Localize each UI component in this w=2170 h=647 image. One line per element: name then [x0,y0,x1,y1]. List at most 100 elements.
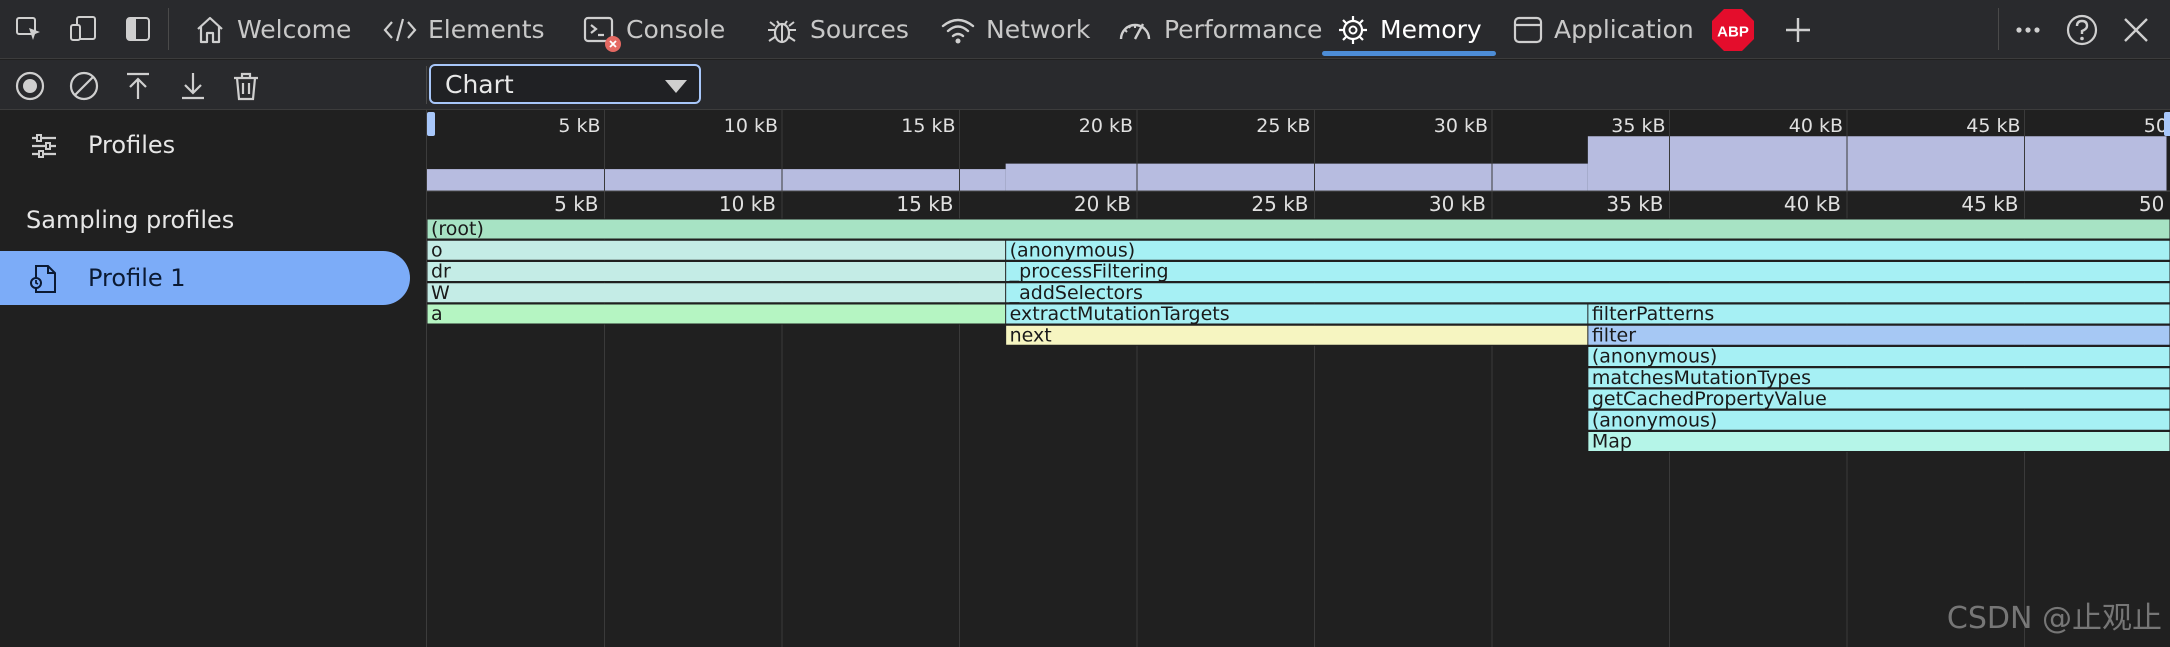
ruler-tick-label: 15 kB [896,192,953,216]
overview-tick-label: 15 kB [901,115,955,137]
flame-frame-label: a [431,303,443,325]
flame-frame[interactable] [1587,431,2170,452]
flame-frame[interactable] [1005,261,2170,282]
overview-area-segment [427,169,1006,191]
device-toolbar-icon[interactable] [66,12,100,46]
flame-frame-label: _processFiltering [1009,261,1169,283]
flame-frame[interactable] [427,218,2170,240]
abp-badge-text: ABP [1717,24,1749,41]
tab-label: Application [1554,15,1694,44]
tab-application[interactable]: Application [1512,0,1694,59]
error-badge-icon [605,35,621,52]
overview-tick-label: 25 kB [1256,115,1310,137]
overview-tick-label: 20 kB [1079,115,1133,137]
flame-frame-label: Map [1592,431,1632,453]
tab-network[interactable]: Network [940,0,1090,59]
flame-frame-label: filter [1592,324,1636,346]
ruler-tick-label: 40 kB [1784,192,1841,216]
flame-frame-label: next [1010,324,1052,346]
more-options-icon[interactable] [2010,8,2046,52]
overview-area-segment [1005,163,1588,191]
overview-window-handle[interactable] [2164,112,2170,136]
ruler-tick-label: 35 kB [1606,192,1663,216]
view-mode-select[interactable]: Chart [429,64,701,104]
overview-window-handle[interactable] [427,112,435,136]
flame-frame-label: o [431,239,443,261]
flame-frame[interactable] [427,239,1047,261]
ruler-tick-label: 30 kB [1429,192,1486,216]
clear-profiles-icon[interactable] [66,68,102,104]
inspect-element-icon[interactable] [12,12,46,46]
tab-elements[interactable]: Elements [382,0,545,59]
wifi-icon [941,18,975,43]
flame-frame[interactable] [427,303,1047,325]
tab-sources[interactable]: Sources [764,0,909,59]
flame-frame-label: matchesMutationTypes [1592,367,1811,389]
gauge-icon [1119,22,1151,40]
tab-welcome[interactable]: Welcome [193,0,351,59]
profiles-sidebar: Profiles Sampling profiles Profile 1 [0,110,427,647]
devtools-tab-bar: Welcome Elements Console Sources Network… [0,0,2170,59]
flame-frame[interactable] [427,282,1047,304]
flame-frame[interactable] [1005,239,2170,261]
sidebar-item-label: Profile 1 [88,264,186,292]
close-devtools-icon[interactable] [2118,8,2154,52]
record-profile-icon[interactable] [12,68,48,104]
tab-performance[interactable]: Performance [1116,0,1322,59]
tab-label: Performance [1164,15,1323,44]
console-icon [582,13,621,52]
ruler-tick-label: 5 kB [554,192,598,216]
sidebar-item-profile-1[interactable]: Profile 1 [0,251,410,305]
watermark-text: CSDN @止观止 [1946,601,2162,636]
flame-frame[interactable] [1005,282,2170,304]
flame-frame[interactable] [427,261,1047,282]
add-panel-icon[interactable] [1780,8,1816,52]
overview-tick-label: 35 kB [1611,115,1665,137]
memory-chip-icon [1339,15,1367,44]
overview-tick-label: 30 kB [1434,115,1488,137]
flame-frame-label: getCachedPropertyValue [1592,388,1827,410]
tab-label: Welcome [237,15,352,44]
help-icon[interactable] [2064,8,2100,52]
memory-toolbar [0,60,2170,110]
adblock-plus-icon[interactable]: ABP [1711,8,1755,52]
dock-sidebar-icon[interactable] [121,12,155,46]
settings-sliders-icon [32,134,56,158]
application-window-icon [1513,16,1543,43]
tab-label: Sources [810,15,909,44]
home-icon [197,16,223,43]
sidebar-item-label: Profiles [88,131,176,159]
chevron-down-icon [665,80,687,93]
flame-chart-svg: 5 kB 5 kB 10 kB 10 kB 15 kB 15 kB 20 kB 20 kB 25… [427,110,2170,647]
tab-label: Console [626,15,726,44]
load-profile-icon[interactable] [120,68,156,104]
flame-frame-label: _addSelectors [1009,282,1143,304]
view-mode-value: Chart [445,69,514,99]
overview-tick-label: 45 kB [1966,115,2020,137]
tab-memory[interactable]: Memory [1322,0,1496,59]
ruler-tick-label: 45 kB [1961,192,2018,216]
flame-frame-label: (anonymous) [1592,346,1718,368]
heap-flame-chart[interactable]: 5 kB 5 kB 10 kB 10 kB 15 kB 15 kB 20 kB 20 kB 25… [427,110,2170,647]
sidebar-item-profiles[interactable]: Profiles [0,118,410,172]
profile-file-icon [30,265,56,293]
flame-frame-label: filterPatterns [1592,303,1714,325]
ruler-tick-label: 50 kB [2139,192,2170,216]
bug-icon [768,19,796,43]
tab-console[interactable]: Console [582,0,725,59]
delete-icon[interactable] [228,68,264,104]
save-profile-icon[interactable] [175,68,211,104]
tab-label: Elements [428,15,545,44]
overview-tick-label: 10 kB [724,115,778,137]
flame-frame-label: dr [431,261,451,283]
section-heading: Sampling profiles [26,206,235,234]
flame-frame[interactable] [1005,324,1629,346]
flame-frame[interactable] [1587,324,2170,346]
tab-label: Memory [1380,15,1482,44]
ruler-tick-label: 10 kB [719,192,776,216]
flame-frame-label: (anonymous) [1592,409,1718,431]
overview-area-segment [1587,136,2167,191]
ruler-tick-label: 25 kB [1251,192,1308,216]
code-icon [383,18,417,41]
flame-frame-label: extractMutationTargets [1010,303,1230,325]
